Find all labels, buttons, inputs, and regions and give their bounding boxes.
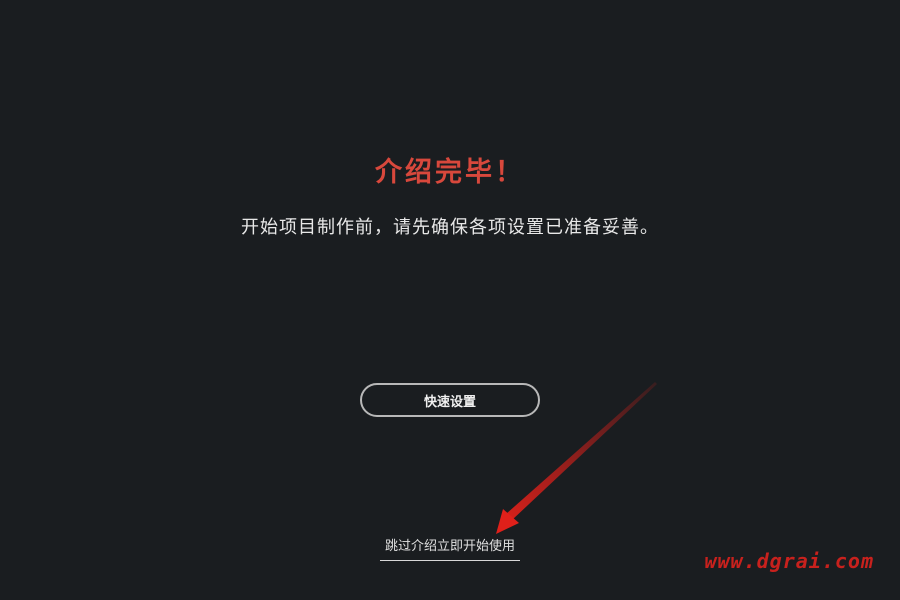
annotation-arrow-head — [496, 509, 519, 534]
page-subtitle: 开始项目制作前，请先确保各项设置已准备妥善。 — [241, 217, 659, 238]
watermark-text: www.dgrai.com — [704, 549, 874, 573]
annotation-arrow-icon — [496, 382, 657, 534]
quick-setup-button[interactable]: 快速设置 — [360, 383, 540, 417]
page-title: 介绍完毕！ — [375, 157, 525, 188]
intro-complete-screen: 介绍完毕！ 开始项目制作前，请先确保各项设置已准备妥善。 快速设置 跳过介绍立即… — [0, 0, 900, 600]
skip-intro-link[interactable]: 跳过介绍立即开始使用 — [380, 535, 520, 561]
